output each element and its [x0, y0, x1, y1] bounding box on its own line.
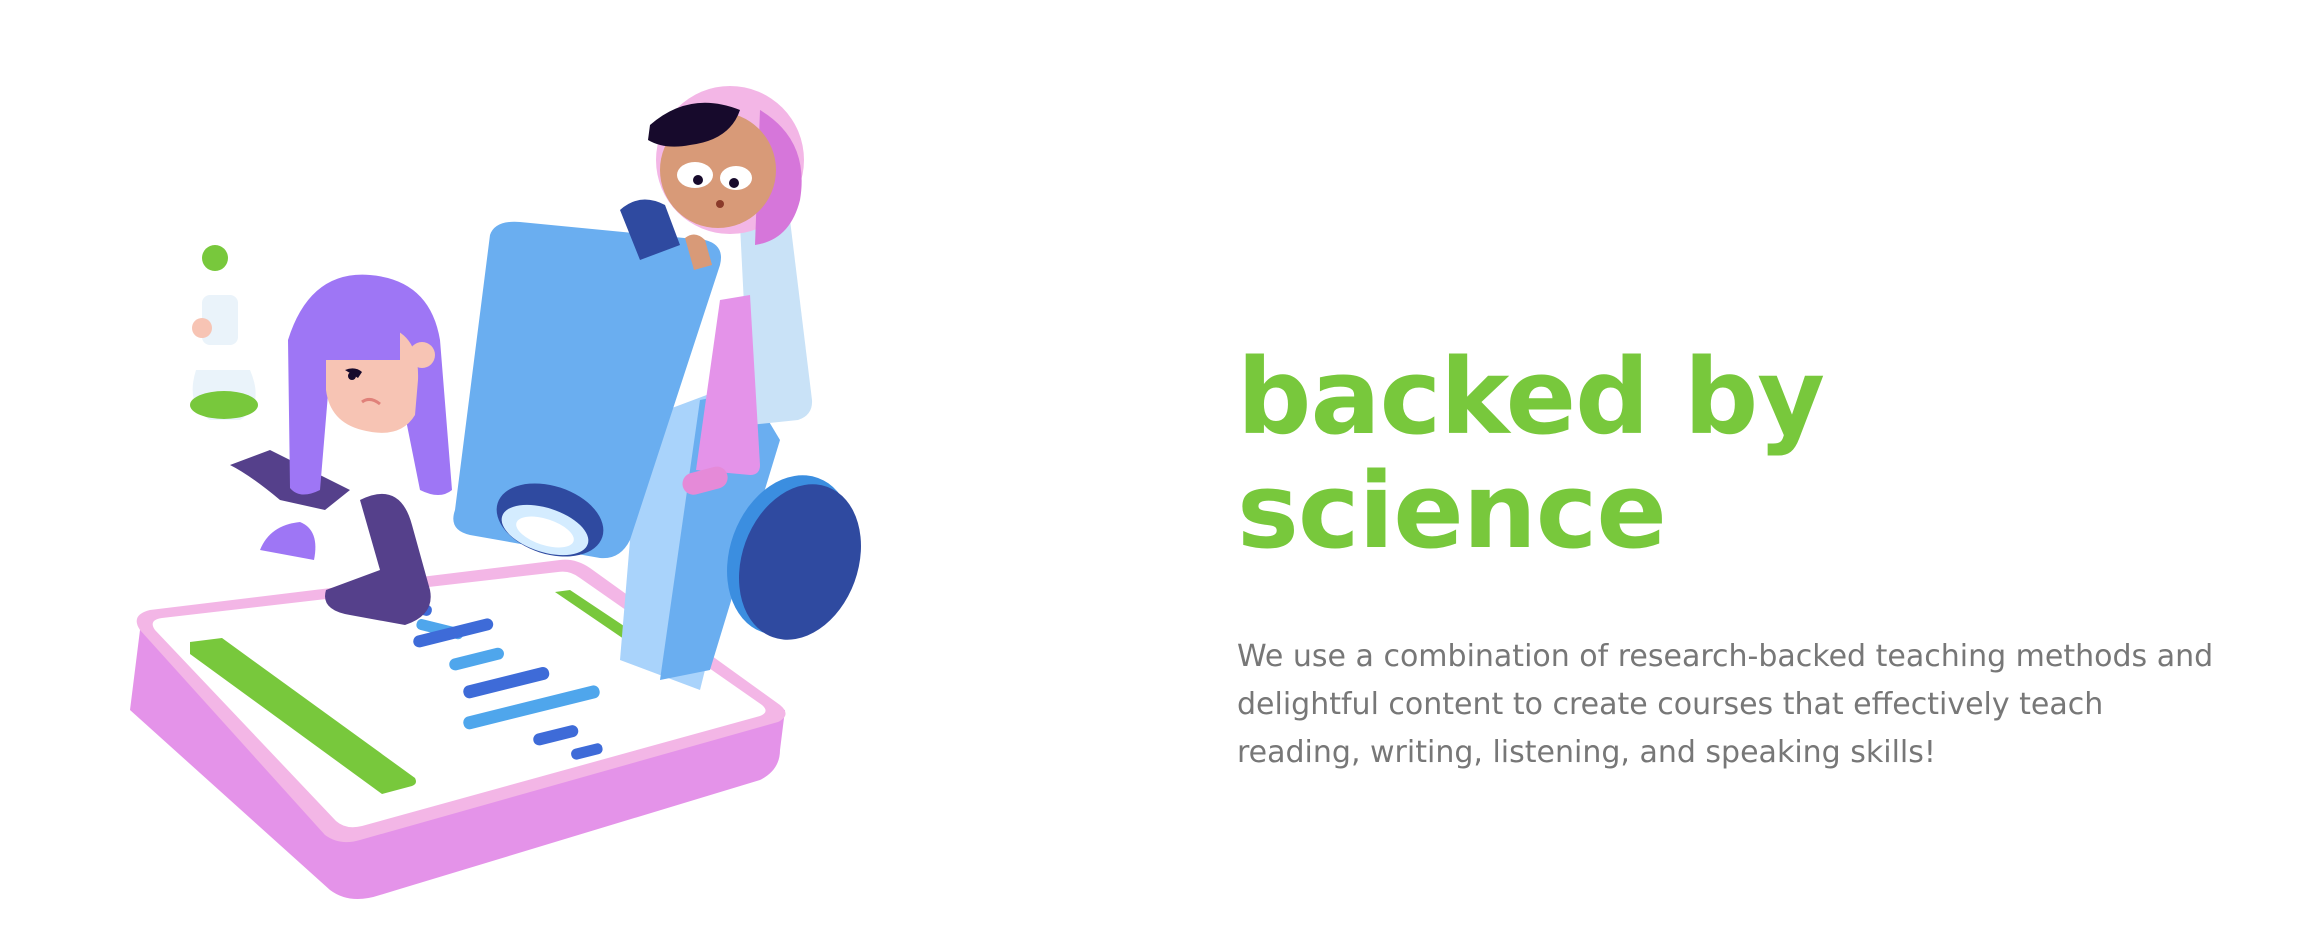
scientists-illustration	[100, 70, 920, 920]
backed-by-science-section: backed by science We use a combination o…	[0, 0, 2311, 941]
scientists-with-microscope-icon	[130, 86, 861, 899]
section-body-text: We use a combination of research-backed …	[1237, 638, 2214, 770]
section-headline: backed by science	[1237, 336, 1825, 573]
section-copy: backed by science We use a combination o…	[1237, 340, 2237, 777]
sitting-scientist	[190, 245, 452, 625]
